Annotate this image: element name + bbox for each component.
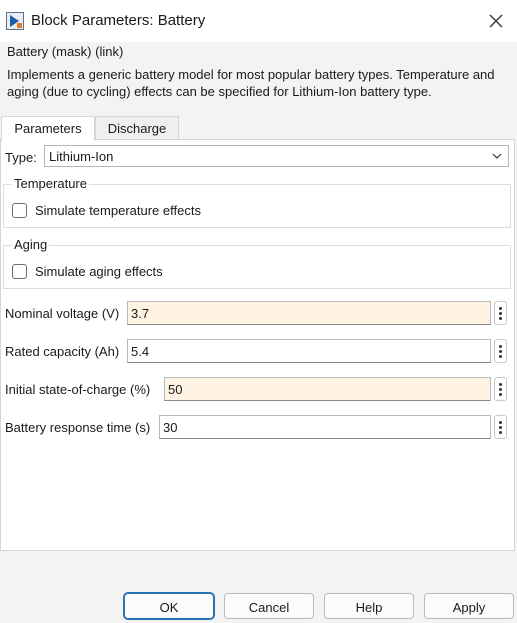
simulink-block-icon	[6, 12, 24, 30]
temperature-group: Temperature Simulate temperature effects	[3, 176, 511, 228]
tab-discharge[interactable]: Discharge	[95, 116, 179, 140]
response-time-label: Battery response time (s)	[5, 420, 151, 435]
nominal-voltage-label: Nominal voltage (V)	[5, 306, 120, 321]
vertical-ellipsis-icon	[499, 345, 502, 360]
response-time-menu-button[interactable]	[494, 415, 507, 439]
type-label: Type:	[5, 150, 37, 165]
tab-parameters[interactable]: Parameters	[1, 116, 95, 141]
vertical-ellipsis-icon	[499, 383, 502, 398]
aging-group-title: Aging	[12, 237, 50, 252]
nominal-voltage-field[interactable]	[127, 301, 491, 325]
temperature-group-title: Temperature	[12, 176, 89, 191]
aging-checkbox-label: Simulate aging effects	[35, 264, 163, 279]
cancel-button[interactable]: Cancel	[224, 593, 314, 619]
initial-soc-label: Initial state-of-charge (%)	[5, 382, 151, 397]
title-bar: Block Parameters: Battery	[0, 0, 517, 42]
nominal-voltage-menu-button[interactable]	[494, 301, 507, 325]
temperature-checkbox[interactable]	[12, 203, 27, 218]
chevron-down-icon	[492, 153, 502, 159]
aging-checkbox[interactable]	[12, 264, 27, 279]
mask-header: Battery (mask) (link) Implements a gener…	[0, 42, 517, 106]
temperature-checkbox-label: Simulate temperature effects	[35, 203, 201, 218]
close-button[interactable]	[480, 6, 512, 36]
rated-capacity-label: Rated capacity (Ah)	[5, 344, 120, 359]
close-icon	[489, 14, 503, 28]
rated-capacity-field[interactable]	[127, 339, 491, 363]
tab-strip: Parameters Discharge	[0, 116, 517, 141]
apply-button[interactable]: Apply	[424, 593, 514, 619]
initial-soc-field[interactable]	[164, 377, 491, 401]
mask-description: Implements a generic battery model for m…	[7, 67, 495, 99]
aging-group: Aging Simulate aging effects	[3, 237, 511, 289]
vertical-ellipsis-icon	[499, 421, 502, 436]
parameters-panel: Type: Lithium-Ion Temperature Simulate t…	[0, 139, 515, 551]
mask-name: Battery (mask) (link)	[7, 44, 124, 59]
type-value: Lithium-Ion	[49, 149, 114, 164]
response-time-field[interactable]	[159, 415, 491, 439]
initial-soc-menu-button[interactable]	[494, 377, 507, 401]
rated-capacity-menu-button[interactable]	[494, 339, 507, 363]
ok-button[interactable]: OK	[123, 592, 215, 620]
window-title: Block Parameters: Battery	[31, 12, 206, 29]
help-button[interactable]: Help	[324, 593, 414, 619]
type-dropdown[interactable]: Lithium-Ion	[44, 145, 509, 167]
vertical-ellipsis-icon	[499, 307, 502, 322]
